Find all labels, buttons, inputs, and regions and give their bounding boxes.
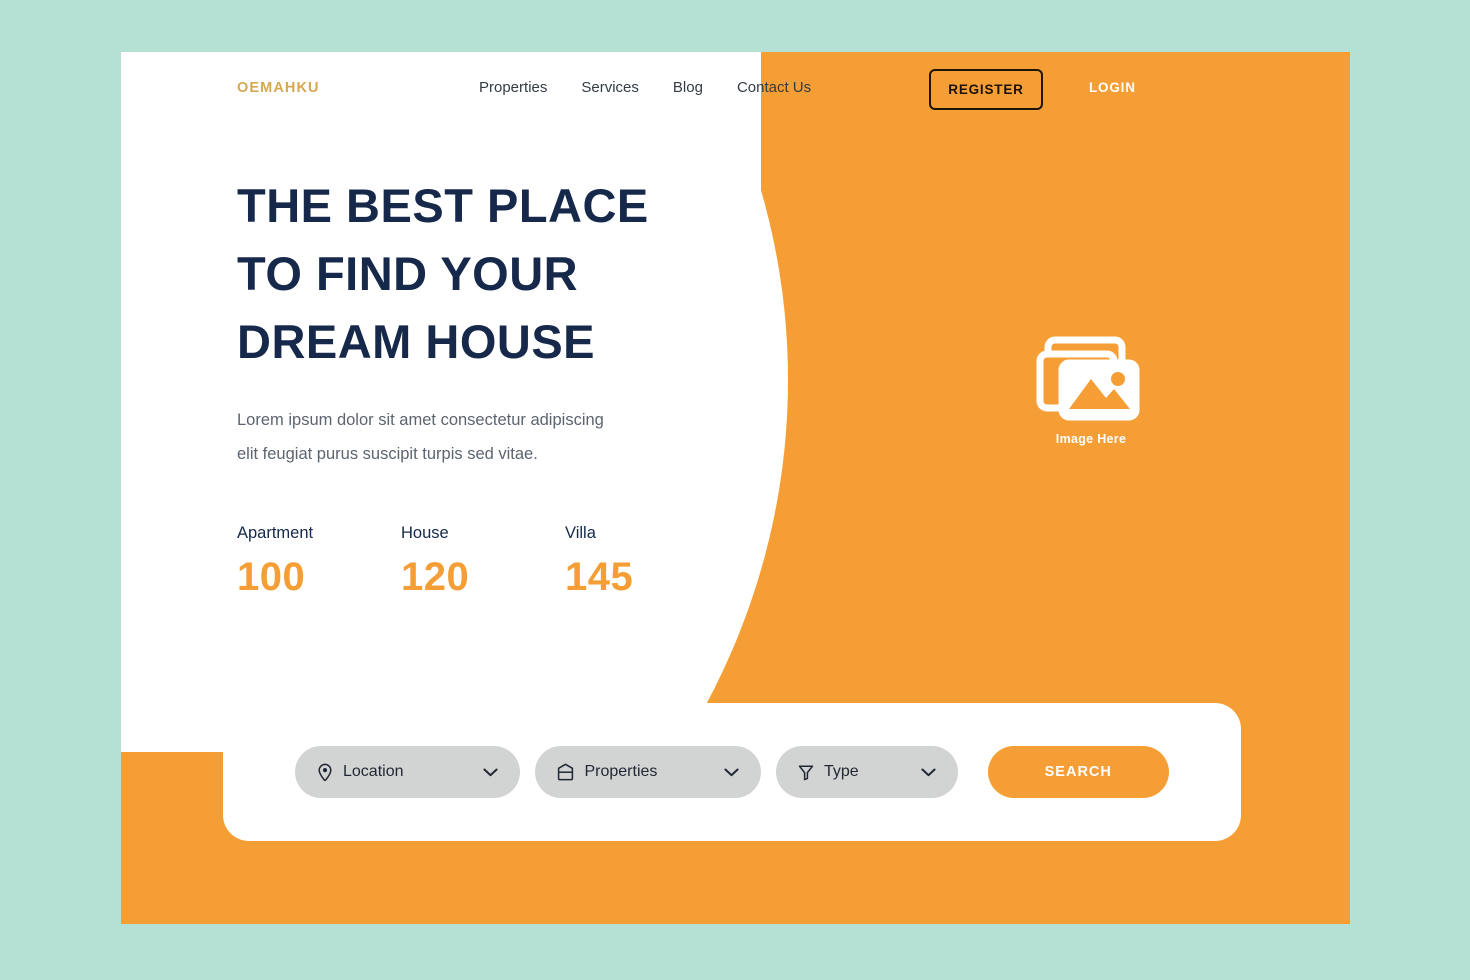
nav-link-properties[interactable]: Properties: [479, 79, 547, 96]
hero-subcopy: Lorem ipsum dolor sit amet consectetur a…: [237, 411, 604, 464]
page-title: THE BEST PLACE TO FIND YOUR DREAM HOUSE: [237, 179, 649, 369]
navbar: OEMAHKU Properties Services Blog Contact…: [121, 52, 1350, 132]
stat-label: Villa: [565, 524, 596, 542]
location-dropdown[interactable]: Location: [295, 746, 521, 798]
properties-dropdown[interactable]: Properties: [535, 746, 761, 798]
search-button[interactable]: SEARCH: [987, 746, 1169, 798]
hero-panel: OEMAHKU Properties Services Blog Contact…: [121, 52, 1350, 924]
stat-house: House 120: [401, 524, 565, 600]
page-root: OEMAHKU Properties Services Blog Contact…: [0, 0, 1470, 980]
chevron-down-icon: [724, 768, 739, 777]
properties-dropdown-label: Properties: [584, 763, 658, 780]
stat-apartment: Apartment 100: [237, 524, 401, 600]
stat-label: Apartment: [237, 524, 314, 542]
login-button[interactable]: LOGIN: [1089, 80, 1136, 95]
search-card: Location Properties Type SEARCH: [223, 703, 1241, 841]
photos-stack-icon: [1036, 335, 1146, 425]
stat-value: 120: [401, 555, 470, 599]
nav-links: Properties Services Blog Contact Us: [479, 79, 811, 96]
house-icon: [557, 763, 574, 781]
type-dropdown-label: Type: [823, 763, 859, 780]
register-button[interactable]: REGISTER: [929, 69, 1043, 110]
chevron-down-icon: [483, 768, 499, 777]
nav-link-services[interactable]: Services: [581, 79, 639, 96]
stat-label: House: [401, 524, 449, 542]
type-dropdown[interactable]: Type: [775, 746, 958, 798]
image-placeholder-caption: Image Here: [1055, 432, 1127, 446]
stat-value: 145: [565, 555, 634, 599]
brand-logo[interactable]: OEMAHKU: [237, 80, 320, 96]
stats-row: Apartment 100 House 120 Villa 145: [237, 524, 729, 600]
map-pin-icon: [317, 763, 333, 782]
stat-villa: Villa 145: [565, 524, 729, 600]
filter-icon: [798, 764, 814, 781]
hero-copy: THE BEST PLACE TO FIND YOUR DREAM HOUSE …: [237, 172, 649, 472]
location-dropdown-label: Location: [343, 763, 404, 780]
stat-value: 100: [237, 555, 306, 599]
nav-link-contact-us[interactable]: Contact Us: [737, 79, 811, 96]
nav-link-blog[interactable]: Blog: [673, 79, 703, 96]
image-placeholder: Image Here: [1036, 335, 1146, 446]
chevron-down-icon: [920, 768, 936, 777]
